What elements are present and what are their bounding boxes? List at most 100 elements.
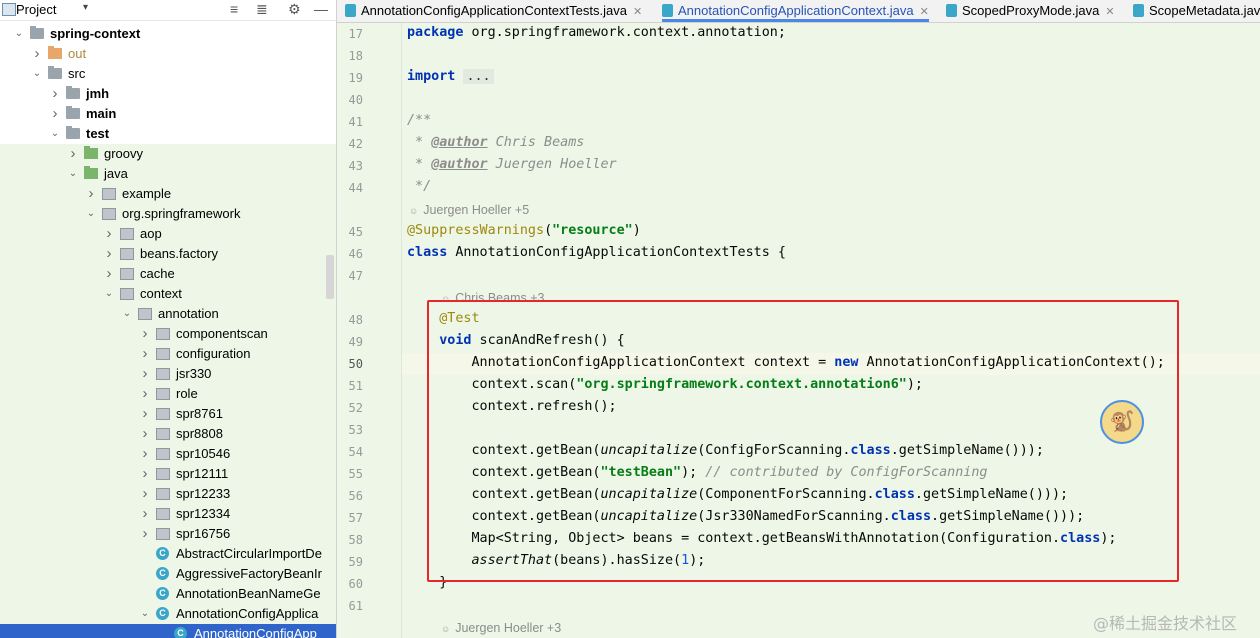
chevron-right-icon[interactable]: ›	[140, 324, 150, 344]
tree-item[interactable]: › spr12111	[0, 464, 336, 484]
chevron-right-icon[interactable]: ›	[140, 464, 150, 484]
tree-item[interactable]: › cache	[0, 264, 336, 284]
editor-tab[interactable]: AnnotationConfigApplicationContextTests.…	[345, 0, 642, 22]
tree-item[interactable]: C AnnotationBeanNameGe	[0, 584, 336, 604]
chevron-right-icon[interactable]: ›	[140, 404, 150, 424]
package-icon	[156, 448, 170, 460]
chevron-down-icon[interactable]: ⌄	[122, 304, 132, 324]
code-line[interactable]: /**	[407, 113, 431, 128]
chevron-right-icon[interactable]: ›	[50, 84, 60, 104]
project-title[interactable]: Project	[16, 2, 56, 17]
tree-item[interactable]: › spr10546	[0, 444, 336, 464]
tree-item[interactable]: › spr16756	[0, 524, 336, 544]
tree-item[interactable]: ⌄ src	[0, 64, 336, 84]
chevron-right-icon[interactable]: ›	[104, 244, 114, 264]
editor-tab[interactable]: ScopeMetadata.java✕	[1133, 0, 1260, 22]
tree-item[interactable]: ⌄ C AnnotationConfigApplica	[0, 604, 336, 624]
tree-item[interactable]: C AbstractCircularImportDe	[0, 544, 336, 564]
chevron-right-icon[interactable]: ›	[140, 484, 150, 504]
tree-item[interactable]: › aop	[0, 224, 336, 244]
line-number: 52	[348, 401, 363, 415]
code-line[interactable]: package org.springframework.context.anno…	[407, 25, 786, 40]
author-hint[interactable]: Juergen Hoeller +3	[441, 621, 561, 635]
tree-item[interactable]: › spr8761	[0, 404, 336, 424]
chevron-right-icon[interactable]: ›	[32, 44, 42, 64]
tree-item[interactable]: ⌄ annotation	[0, 304, 336, 324]
tree-item[interactable]: › jsr330	[0, 364, 336, 384]
package-icon	[156, 348, 170, 360]
folder-icon	[84, 166, 98, 179]
tree-item[interactable]: › jmh	[0, 84, 336, 104]
code-line[interactable]: @SuppressWarnings("resource")	[407, 223, 641, 238]
package-icon	[156, 528, 170, 540]
code-line[interactable]: import ...	[407, 69, 494, 84]
gear-icon[interactable]: ⚙	[288, 1, 301, 18]
tree-item[interactable]: › configuration	[0, 344, 336, 364]
tree-item[interactable]: ⌄ context	[0, 284, 336, 304]
tree-item[interactable]: › spr12233	[0, 484, 336, 504]
chevron-down-icon[interactable]: ⌄	[104, 284, 114, 304]
tree-item-label: groovy	[104, 146, 144, 161]
minimize-icon[interactable]: —	[314, 1, 328, 17]
expand-all-icon[interactable]: ≡	[230, 1, 238, 17]
chevron-right-icon[interactable]: ›	[68, 144, 78, 164]
chevron-down-icon[interactable]: ⌄	[32, 64, 42, 84]
tree-item[interactable]: › groovy	[0, 144, 336, 164]
package-icon	[120, 228, 134, 240]
tree-item[interactable]: ⌄ java	[0, 164, 336, 184]
tree-item[interactable]: › componentscan	[0, 324, 336, 344]
tree-item[interactable]: › spr12334	[0, 504, 336, 524]
tree-item[interactable]: ⌄ spring-context	[0, 24, 336, 44]
author-hint[interactable]: Juergen Hoeller +5	[409, 203, 529, 217]
code-line[interactable]: * @author Chris Beams	[407, 135, 584, 150]
chevron-right-icon[interactable]: ›	[140, 424, 150, 444]
tree-item[interactable]: › main	[0, 104, 336, 124]
chevron-down-icon[interactable]: ⌄	[68, 164, 78, 184]
collapse-all-icon[interactable]: ≣	[256, 1, 268, 18]
line-number: 46	[348, 247, 363, 261]
tree-item[interactable]: ⌄ test	[0, 124, 336, 144]
line-number: 47	[348, 269, 363, 283]
chevron-right-icon[interactable]: ›	[140, 344, 150, 364]
folder-icon	[66, 126, 80, 139]
chevron-down-icon[interactable]: ⌄	[140, 604, 150, 624]
code-editor[interactable]: 17 18 19 40 41 42 43 44 45 46 47 48 49 50 51 52 53 54 55 56…	[337, 23, 1260, 638]
code-line[interactable]: */	[407, 179, 431, 194]
code-line[interactable]: class AnnotationConfigApplicationContext…	[407, 245, 786, 260]
tree-item-label: spring-context	[50, 26, 141, 41]
chevron-right-icon[interactable]: ›	[140, 504, 150, 524]
editor-tab[interactable]: AnnotationConfigApplicationContext.java ✕	[662, 0, 929, 22]
tree-item[interactable]: ⌄ org.springframework	[0, 204, 336, 224]
tree-item[interactable]: C AnnotationConfigApp	[0, 624, 336, 638]
chevron-down-icon[interactable]: ⌄	[50, 124, 60, 144]
editor-tab[interactable]: ScopedProxyMode.java ✕	[946, 0, 1115, 22]
tree-item-label: spr10546	[176, 446, 231, 461]
chevron-right-icon[interactable]: ›	[140, 524, 150, 544]
java-file-icon	[662, 4, 673, 17]
chevron-down-icon[interactable]: ▾	[83, 2, 88, 13]
close-icon[interactable]: ✕	[633, 6, 642, 18]
avatar[interactable]: 🐒	[1100, 400, 1144, 444]
chevron-right-icon[interactable]: ›	[86, 184, 96, 204]
chevron-right-icon[interactable]: ›	[140, 444, 150, 464]
close-icon[interactable]: ✕	[920, 6, 929, 18]
chevron-right-icon[interactable]: ›	[50, 104, 60, 124]
chevron-right-icon[interactable]: ›	[140, 384, 150, 404]
tree-item[interactable]: › role	[0, 384, 336, 404]
close-icon[interactable]: ✕	[1105, 6, 1114, 18]
line-number: 61	[348, 599, 363, 613]
tree-item[interactable]: › spr8808	[0, 424, 336, 444]
chevron-down-icon[interactable]: ⌄	[14, 24, 24, 44]
package-icon	[120, 288, 134, 300]
code-line[interactable]: * @author Juergen Hoeller	[407, 157, 617, 172]
tree-item[interactable]: C AggressiveFactoryBeanIr	[0, 564, 336, 584]
chevron-down-icon[interactable]: ⌄	[86, 204, 96, 224]
chevron-right-icon[interactable]: ›	[104, 224, 114, 244]
tree-item[interactable]: › example	[0, 184, 336, 204]
tree-item[interactable]: › out	[0, 44, 336, 64]
tree-item-label: jmh	[86, 86, 110, 101]
scrollbar-thumb[interactable]	[326, 255, 334, 299]
chevron-right-icon[interactable]: ›	[104, 264, 114, 284]
tree-item[interactable]: › beans.factory	[0, 244, 336, 264]
chevron-right-icon[interactable]: ›	[140, 364, 150, 384]
